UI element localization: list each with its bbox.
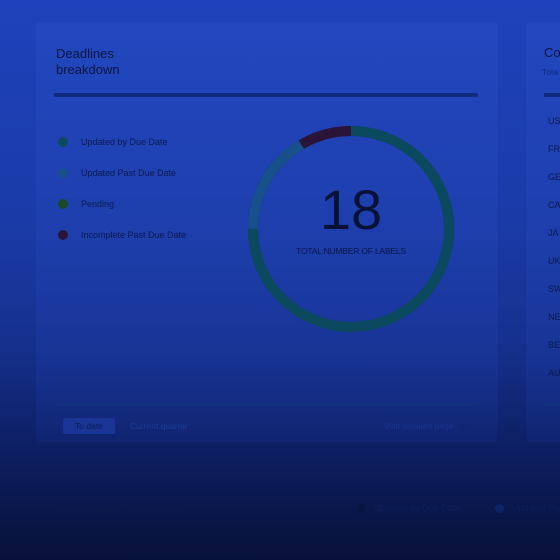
country-item[interactable]: UK <box>548 254 560 282</box>
deadlines-title-line1: Deadlines <box>56 46 114 61</box>
dynamics-legend-updated-by-due-date[interactable]: Updated by Due Date <box>357 503 461 513</box>
country-item[interactable]: FR <box>548 142 560 170</box>
total-labels-caption: TOTAL NUMBER OF LABELS <box>296 246 406 256</box>
country-item[interactable]: BE <box>548 338 560 366</box>
tab-current-quarter[interactable]: Current quarter <box>130 418 188 434</box>
legend-item-incomplete-past-due-date[interactable]: Incomplete Past Due Date <box>58 219 228 250</box>
country-item[interactable]: JA <box>548 226 560 254</box>
countries-title-divider <box>544 93 560 97</box>
tab-to-date[interactable]: To date <box>63 418 115 434</box>
legend-item-updated-by-due-date[interactable]: Updated by Due Date <box>58 126 228 157</box>
dynamics-legend-updated-past-due-date[interactable]: Updated Pa <box>495 503 560 513</box>
arrow-right-icon <box>460 422 468 430</box>
countries-card-title: Co <box>544 45 560 60</box>
deadlines-title-line2: breakdown <box>56 62 120 77</box>
legend-label: Incomplete Past Due Date <box>81 229 187 240</box>
legend-label: Updated by Due Date <box>81 136 168 147</box>
legend-dot <box>58 229 68 240</box>
card-footer-divider <box>56 403 478 406</box>
deadlines-legend: Updated by Due Date Updated Past Due Dat… <box>58 126 228 250</box>
legend-label: Updated Pa <box>512 503 560 513</box>
country-item[interactable]: CA <box>548 198 560 226</box>
title-divider <box>54 93 478 97</box>
legend-label: Updated by Due Date <box>374 503 461 513</box>
country-list: US FR GE CA JA UK SW NE BE AU <box>548 114 560 394</box>
countries-footer-divider <box>544 403 560 406</box>
country-item[interactable]: GE <box>548 170 560 198</box>
legend-dot <box>58 167 68 178</box>
deadlines-card-title: Deadlines breakdown <box>56 46 216 78</box>
details-link-label: Visit detailed page <box>384 421 454 431</box>
legend-item-pending[interactable]: Pending <box>58 188 228 219</box>
country-item[interactable]: NE <box>548 310 560 338</box>
country-item[interactable]: AU <box>548 366 560 394</box>
legend-label: Pending <box>81 198 115 209</box>
visit-detailed-page-link[interactable]: Visit detailed page <box>384 418 468 434</box>
compliance-dynamics-title: Compliance dynamics <box>56 501 184 516</box>
dashboard-page: Deadlines breakdown Updated by Due Date … <box>0 0 560 560</box>
countries-card-subtitle: Tota <box>542 67 559 77</box>
legend-dot <box>58 136 68 147</box>
legend-item-updated-past-due-date[interactable]: Updated Past Due Date <box>58 157 228 188</box>
legend-dot <box>357 503 366 513</box>
legend-dot <box>58 198 68 209</box>
total-labels-value: 18 <box>319 178 383 241</box>
legend-label: Updated Past Due Date <box>81 167 177 178</box>
country-item[interactable]: SW <box>548 282 560 310</box>
total-labels-donut-chart: 18 TOTAL NUMBER OF LABELS <box>246 124 456 334</box>
legend-dot <box>495 503 504 513</box>
country-item[interactable]: US <box>548 114 560 142</box>
